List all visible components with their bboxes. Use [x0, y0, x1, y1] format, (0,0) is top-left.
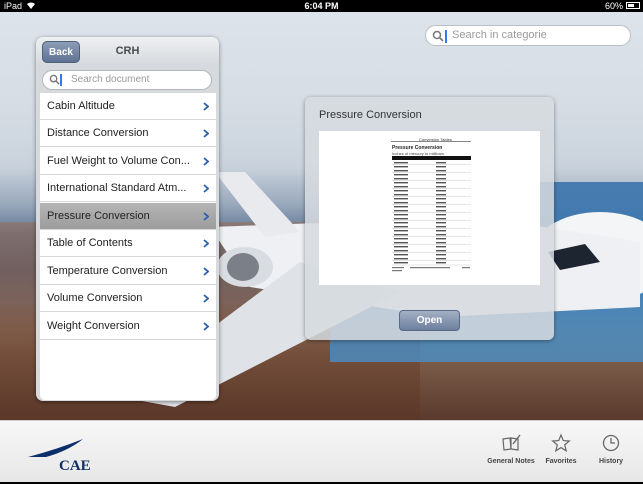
list-item-label: Volume Conversion: [47, 292, 143, 304]
chevron-right-icon: [203, 129, 209, 138]
panel-header: Back CRH: [36, 37, 219, 67]
preview-title: Pressure Conversion: [319, 109, 422, 121]
battery-icon: [626, 2, 640, 9]
clock-icon: [602, 434, 620, 452]
list-item-label: Fuel Weight to Volume Con...: [47, 155, 190, 167]
chevron-right-icon: [203, 322, 209, 331]
history-button[interactable]: History: [579, 433, 643, 477]
list-item-temperature-conversion[interactable]: Temperature Conversion: [40, 258, 216, 285]
list-item-label: Distance Conversion: [47, 127, 149, 139]
bottom-toolbar: CAE General Notes Favorites History: [0, 420, 643, 482]
list-item-label: Temperature Conversion: [47, 265, 168, 277]
chevron-right-icon: [203, 184, 209, 193]
list-item-weight-conversion[interactable]: Weight Conversion: [40, 313, 216, 340]
history-label: History: [598, 458, 624, 465]
list-item-label: Weight Conversion: [47, 320, 140, 332]
list-item-label: Pressure Conversion: [47, 210, 150, 222]
thumbnail-table: [392, 162, 471, 272]
list-item-pressure-conversion[interactable]: Pressure Conversion: [40, 203, 216, 230]
star-icon: [551, 433, 571, 453]
list-item-table-of-contents[interactable]: Table of Contents: [40, 230, 216, 257]
list-item-volume-conversion[interactable]: Volume Conversion: [40, 285, 216, 312]
panel-title: CRH: [115, 45, 140, 57]
document-list: Cabin Altitude Distance Conversion Fuel …: [40, 93, 216, 400]
list-item-label: International Standard Atm...: [47, 182, 187, 194]
category-search-field[interactable]: Search in categorie: [425, 25, 631, 46]
notes-icon: [502, 434, 521, 451]
chevron-right-icon: [203, 267, 209, 276]
battery-percent: 60%: [604, 1, 623, 11]
list-item-distance-conversion[interactable]: Distance Conversion: [40, 120, 216, 147]
category-search-placeholder: Search in categorie: [452, 29, 547, 41]
clock: 6:04 PM: [304, 1, 339, 11]
chevron-right-icon: [203, 239, 209, 248]
chevron-right-icon: [203, 212, 209, 221]
list-item-label: Table of Contents: [47, 237, 133, 249]
list-item-fuel-weight-to-volume[interactable]: Fuel Weight to Volume Con...: [40, 148, 216, 175]
chevron-right-icon: [203, 157, 209, 166]
list-item-international-standard-atmosphere[interactable]: International Standard Atm...: [40, 175, 216, 202]
document-thumbnail[interactable]: Conversion Tables Pressure Conversion In…: [319, 131, 540, 285]
status-bar: iPad 6:04 PM 60%: [0, 0, 643, 12]
chevron-right-icon: [203, 294, 209, 303]
document-list-panel: Back CRH Search document Cabin Altitude …: [36, 37, 219, 401]
list-item-label: Cabin Altitude: [47, 100, 115, 112]
document-search-placeholder: Search document: [71, 74, 150, 85]
document-preview-panel: Pressure Conversion Conversion Tables Pr…: [305, 97, 554, 340]
open-button[interactable]: Open: [399, 310, 460, 331]
text-cursor: [445, 30, 447, 43]
thumbnail-table-header: [392, 156, 471, 160]
document-search-field[interactable]: Search document: [42, 70, 212, 90]
chevron-right-icon: [203, 102, 209, 111]
search-icon: [432, 30, 444, 42]
cae-logo: CAE: [28, 439, 100, 479]
list-item-cabin-altitude[interactable]: Cabin Altitude: [40, 93, 216, 120]
logo-text: CAE: [59, 458, 91, 474]
thumbnail-rule: [391, 141, 471, 142]
search-icon: [49, 74, 60, 85]
text-cursor: [60, 74, 62, 86]
